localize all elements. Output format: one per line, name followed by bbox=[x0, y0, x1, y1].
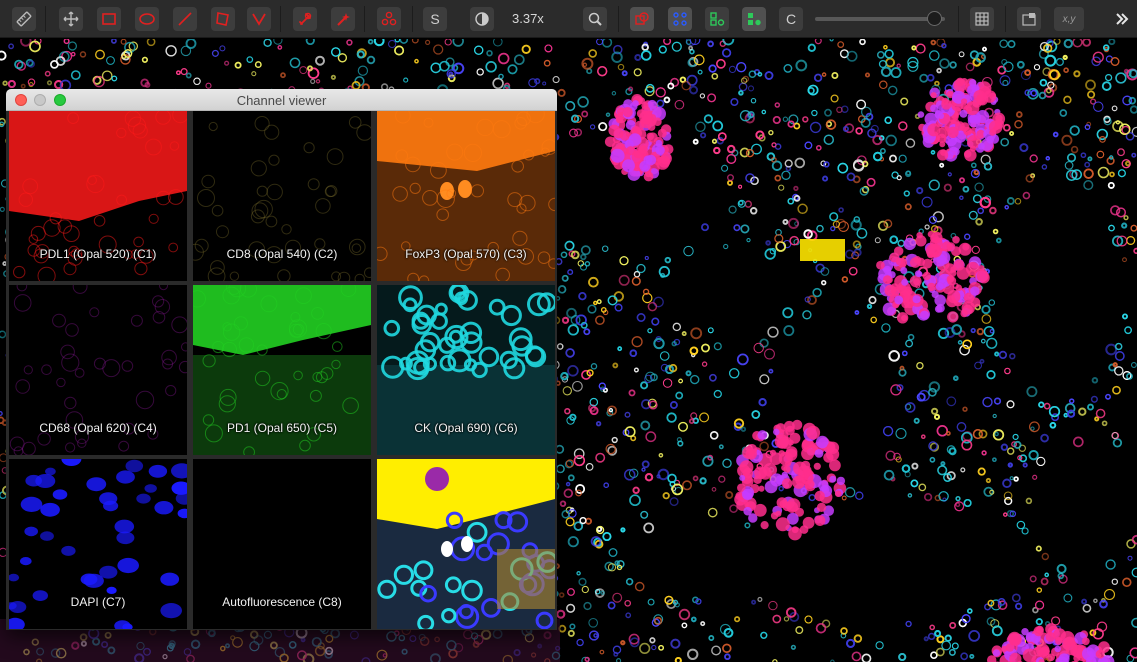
ellipse-icon bbox=[139, 13, 155, 25]
channel-tile-composite[interactable] bbox=[377, 459, 555, 629]
polyline-icon bbox=[252, 13, 266, 26]
channel-label: DAPI (C7) bbox=[70, 595, 126, 609]
contrast-icon bbox=[475, 12, 489, 26]
show-location-button[interactable]: x,y bbox=[1054, 7, 1084, 31]
line-icon bbox=[178, 12, 192, 26]
ellipse-tool-button[interactable] bbox=[135, 7, 159, 31]
channel-label: FoxP3 (Opal 570) (C3) bbox=[405, 247, 527, 261]
filled-detections-icon bbox=[748, 13, 761, 26]
brush-icon bbox=[299, 12, 312, 25]
toolbar-separator bbox=[1005, 6, 1006, 32]
annotations-icon bbox=[635, 12, 649, 25]
zoom-level: 3.37x bbox=[512, 11, 544, 26]
c-label: C bbox=[785, 11, 797, 27]
double-chevron-right-icon bbox=[1116, 13, 1129, 25]
brush-tool-button[interactable] bbox=[293, 7, 317, 31]
channel-tile-c6[interactable]: CK (Opal 690) (C6) bbox=[377, 285, 555, 455]
points-tool-button[interactable] bbox=[377, 7, 401, 31]
overview-icon bbox=[1022, 13, 1036, 26]
grid-icon bbox=[975, 12, 989, 26]
line-tool-button[interactable] bbox=[173, 7, 197, 31]
channel-grid: PDL1 (Opal 520) (C1) CD8 (Opal 540) (C2)… bbox=[6, 111, 557, 630]
show-grid-button[interactable] bbox=[970, 7, 994, 31]
measure-tool-button[interactable] bbox=[12, 7, 36, 31]
channel-label: PDL1 (Opal 520) (C1) bbox=[39, 247, 157, 261]
channel-tile-c7[interactable]: DAPI (C7) bbox=[9, 459, 187, 629]
channel-viewer-title: Channel viewer bbox=[236, 93, 327, 108]
show-connections-button[interactable]: C bbox=[779, 7, 803, 31]
channel-label: PD1 (Opal 650) (C5) bbox=[226, 421, 338, 435]
more-tools-button[interactable] bbox=[1110, 7, 1134, 31]
show-detections-button[interactable] bbox=[705, 7, 729, 31]
toolbar-separator bbox=[45, 6, 46, 32]
toolbar-separator bbox=[618, 6, 619, 32]
polygon-tool-button[interactable] bbox=[211, 7, 235, 31]
channel-label: CD8 (Opal 540) (C2) bbox=[226, 247, 338, 261]
channel-viewer-window: Channel viewer PDL1 (Opal 520) (C1) CD8 … bbox=[6, 89, 557, 630]
grid-dots-icon bbox=[673, 12, 687, 26]
toolbar-separator bbox=[412, 6, 413, 32]
opacity-slider-handle[interactable] bbox=[927, 11, 943, 26]
coords-label: x,y bbox=[1062, 13, 1076, 25]
toolbar-separator bbox=[364, 6, 365, 32]
rectangle-icon bbox=[102, 13, 116, 25]
channel-tile-c5[interactable]: PD1 (Opal 650) (C5) bbox=[193, 285, 371, 455]
show-selection-button[interactable]: S bbox=[423, 7, 447, 31]
move-icon bbox=[63, 11, 79, 27]
channel-tile-c1[interactable]: PDL1 (Opal 520) (C1) bbox=[9, 111, 187, 281]
ruler-icon bbox=[16, 11, 32, 27]
channel-tile-c4[interactable]: CD68 (Opal 620) (C4) bbox=[9, 285, 187, 455]
magnifier-icon bbox=[588, 12, 602, 26]
detections-icon bbox=[710, 12, 725, 26]
channel-viewer-titlebar[interactable]: Channel viewer bbox=[6, 89, 557, 111]
channel-tile-c8[interactable]: Autofluorescence (C8) bbox=[193, 459, 371, 629]
toolbar-separator bbox=[958, 6, 959, 32]
channel-tile-c3[interactable]: FoxP3 (Opal 570) (C3) bbox=[377, 111, 555, 281]
move-tool-button[interactable] bbox=[59, 7, 83, 31]
fill-detections-button[interactable] bbox=[742, 7, 766, 31]
show-overview-button[interactable] bbox=[1017, 7, 1041, 31]
brightness-contrast-button[interactable] bbox=[470, 7, 494, 31]
points-icon bbox=[381, 11, 397, 26]
channel-label: CK (Opal 690) (C6) bbox=[414, 421, 518, 435]
show-tma-grid-button[interactable] bbox=[668, 7, 692, 31]
wand-icon bbox=[337, 13, 350, 26]
channel-composite-image bbox=[377, 459, 555, 629]
wand-tool-button[interactable] bbox=[331, 7, 355, 31]
main-toolbar: S 3.37x C x,y bbox=[0, 0, 1137, 38]
channel-label: Autofluorescence (C8) bbox=[222, 595, 342, 609]
channel-tile-c2[interactable]: CD8 (Opal 540) (C2) bbox=[193, 111, 371, 281]
channel-label: CD68 (Opal 620) (C4) bbox=[39, 421, 157, 435]
toolbar-separator bbox=[280, 6, 281, 32]
polygon-icon bbox=[216, 12, 229, 26]
zoom-to-fit-button[interactable] bbox=[583, 7, 607, 31]
rectangle-tool-button[interactable] bbox=[97, 7, 121, 31]
s-label: S bbox=[430, 11, 440, 27]
opacity-slider[interactable] bbox=[815, 17, 945, 21]
show-annotations-button[interactable] bbox=[630, 7, 654, 31]
polyline-tool-button[interactable] bbox=[247, 7, 271, 31]
